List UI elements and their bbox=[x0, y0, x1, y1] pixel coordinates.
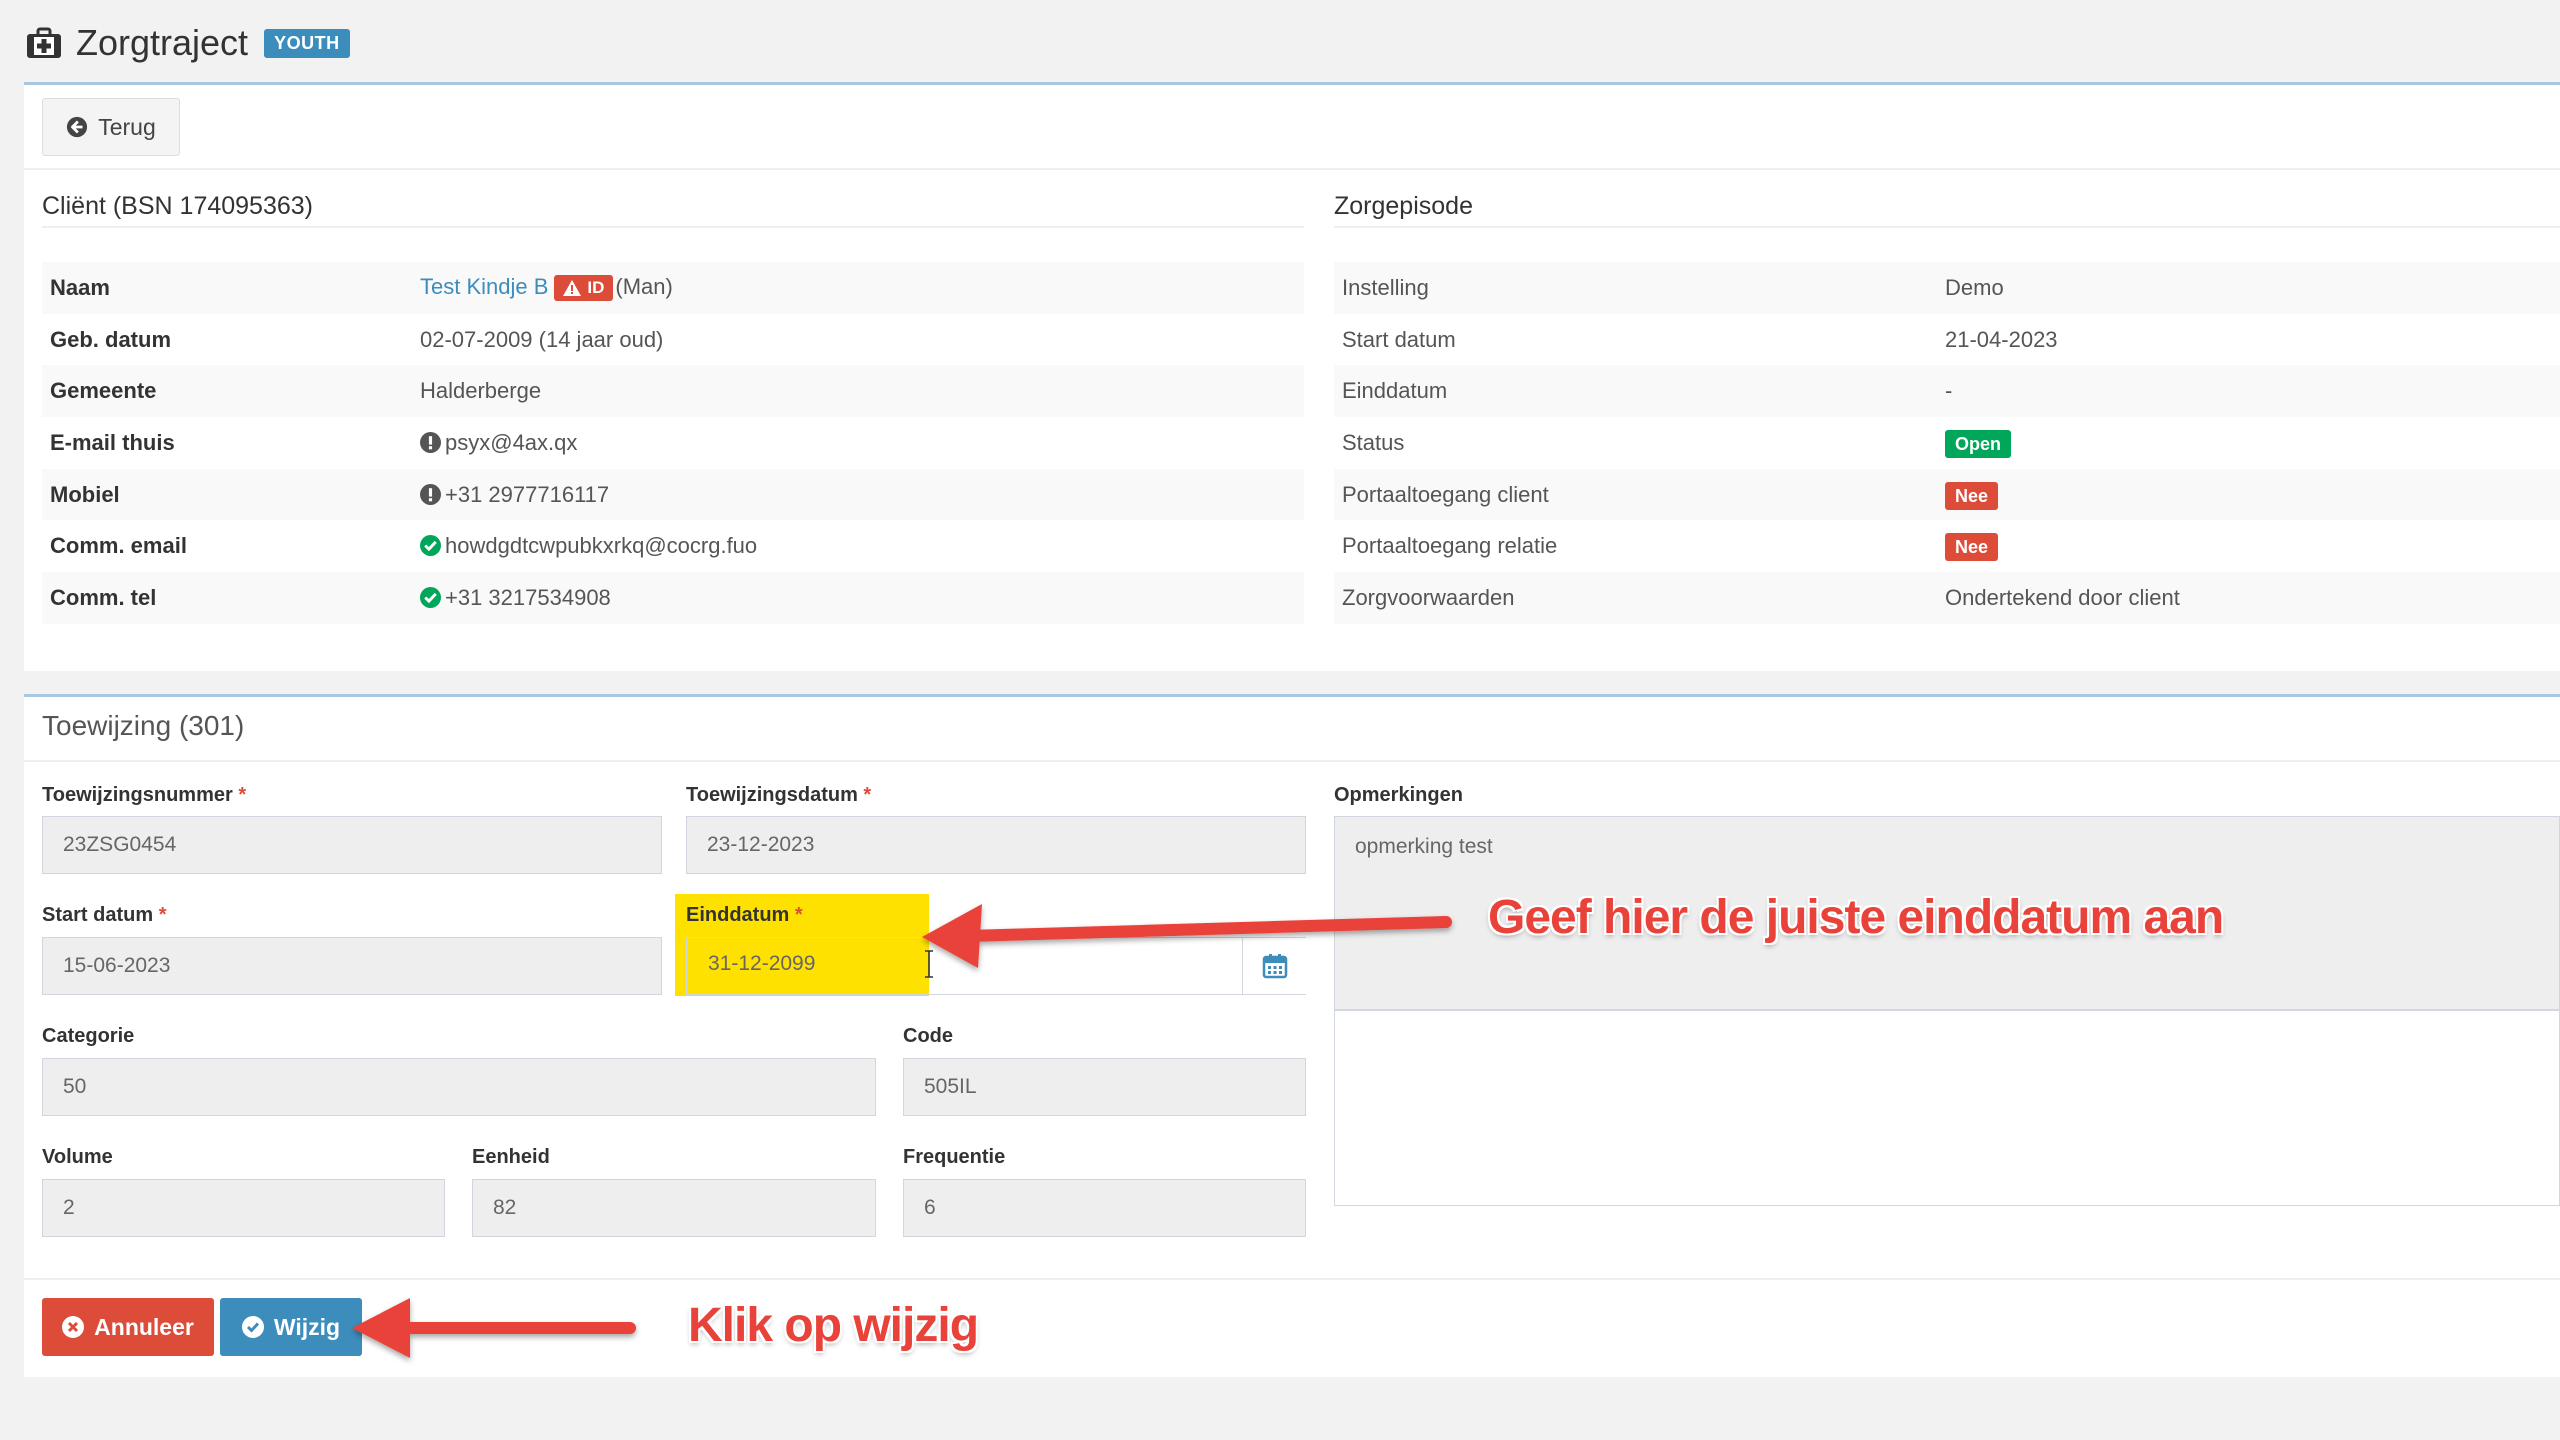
annotation-arrows bbox=[352, 904, 1452, 1358]
einddatum-annotation: Geef hier de juiste einddatum aan bbox=[1488, 891, 2224, 944]
wijzig-annotation: Klik op wijzig bbox=[688, 1299, 979, 1352]
arrow-icon bbox=[352, 1298, 636, 1358]
arrow-icon bbox=[922, 904, 1452, 968]
